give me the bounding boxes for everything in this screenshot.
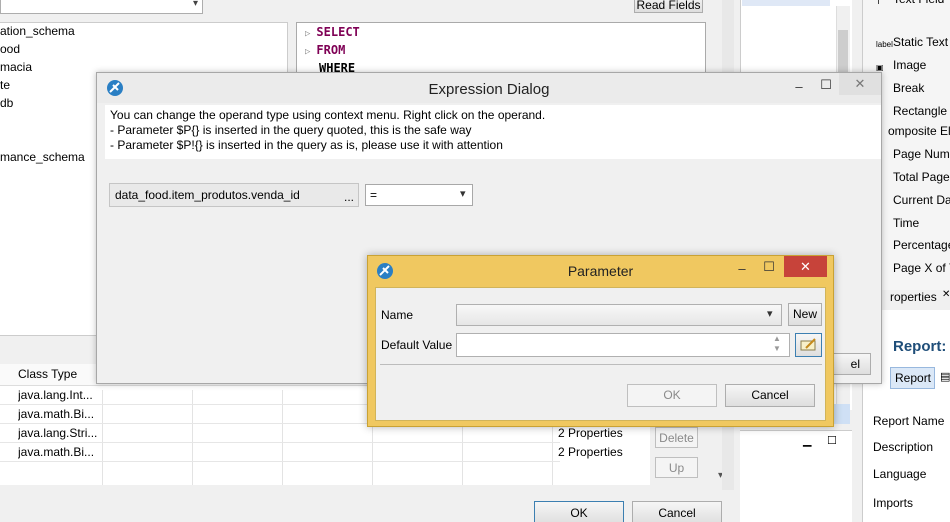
minimize-icon[interactable]: – xyxy=(734,261,750,277)
chevron-down-icon: ▾ xyxy=(767,308,773,320)
parameter-dialog: Parameter – ☐ ✕ Name ▾ New Default Value… xyxy=(367,255,834,427)
name-label: Name xyxy=(381,308,414,322)
maximize-icon[interactable]: ☐ xyxy=(818,77,834,93)
parameter-dialog-titlebar[interactable]: Parameter – ☐ ✕ xyxy=(368,256,833,286)
separator xyxy=(380,364,822,365)
expression-editor-button[interactable] xyxy=(795,333,822,357)
property-label: Report Name xyxy=(873,414,945,428)
parameter-dialog-body: Name ▾ New Default Value ▲ ▼ OK Cancel xyxy=(375,287,826,421)
edit-expression-icon xyxy=(800,338,816,351)
operator-select[interactable]: = ▾ xyxy=(365,184,473,206)
expression-dialog-titlebar[interactable]: Expression Dialog – ☐ ✕ xyxy=(97,73,881,103)
info-line: You can change the operand type using co… xyxy=(110,108,546,122)
operand-more-button[interactable]: ... xyxy=(344,190,354,204)
operand-text: data_food.item_produtos.venda_id xyxy=(115,188,300,202)
default-value-label: Default Value xyxy=(381,338,453,352)
name-combo[interactable]: ▾ xyxy=(456,304,782,326)
default-value-input[interactable]: ▲ ▼ xyxy=(456,333,790,357)
close-icon[interactable]: ✕ xyxy=(784,256,827,277)
property-label: Description xyxy=(873,440,934,454)
operator-value: = xyxy=(370,188,378,202)
close-icon[interactable]: ✕ xyxy=(839,73,881,95)
parameter-cancel-button[interactable]: Cancel xyxy=(725,384,815,407)
new-button[interactable]: New xyxy=(788,303,822,326)
property-label: Language xyxy=(873,467,927,481)
chevron-down-icon: ▾ xyxy=(460,188,466,200)
info-box: You can change the operand type using co… xyxy=(105,105,881,159)
property-label: Imports xyxy=(873,496,914,510)
operand-field[interactable]: data_food.item_produtos.venda_id ... xyxy=(109,183,359,207)
parameter-ok-button[interactable]: OK xyxy=(627,384,717,407)
info-line: - Parameter $P{} is inserted in the quer… xyxy=(110,123,472,137)
info-line: - Parameter $P!{} is inserted in the que… xyxy=(110,138,503,152)
expression-cancel-label: el xyxy=(850,357,860,371)
minimize-icon[interactable]: – xyxy=(791,79,807,95)
expression-scroll-icon[interactable]: ▲ ▼ xyxy=(773,334,781,354)
info-lines: You can change the operand type using co… xyxy=(110,108,870,156)
maximize-icon[interactable]: ☐ xyxy=(761,259,777,275)
expression-dialog-title: Expression Dialog xyxy=(428,81,550,98)
